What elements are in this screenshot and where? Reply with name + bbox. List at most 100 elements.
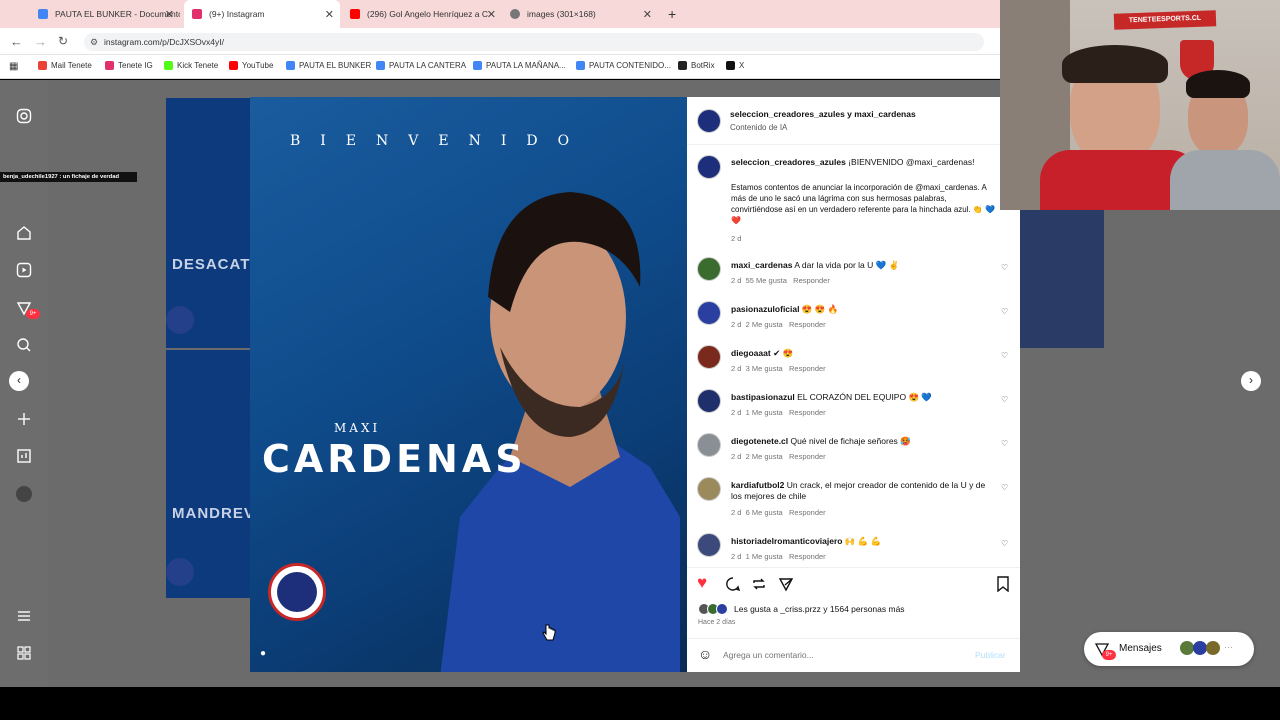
comment-username[interactable]: historiadelromanticoviajero — [731, 536, 842, 546]
comment-input[interactable] — [723, 647, 963, 663]
comment-likes[interactable]: 3 Me gusta — [746, 364, 783, 373]
post-detail-panel: seleccion_creadores_azules y maxi_carden… — [687, 97, 1020, 672]
welcome-text: BIENVENIDO — [290, 133, 590, 149]
comment-avatar[interactable] — [697, 477, 721, 501]
reply-button[interactable]: Responder — [789, 552, 826, 561]
comment-likes[interactable]: 55 Me gusta — [746, 276, 787, 285]
like-comment-icon[interactable]: ♡ — [1001, 483, 1008, 492]
close-icon[interactable]: ✕ — [165, 8, 174, 21]
previous-post-button[interactable]: ‹ — [9, 371, 29, 391]
close-icon[interactable]: ✕ — [325, 8, 334, 21]
bookmark-kick[interactable]: Kick Tenete — [164, 61, 218, 70]
bookmark-pauta-manana[interactable]: PAUTA LA MAÑANA... — [473, 61, 566, 70]
comment-avatar[interactable] — [697, 345, 721, 369]
tab-title: PAUTA EL BUNKER - Documento — [55, 9, 180, 19]
reply-button[interactable]: Responder — [789, 364, 826, 373]
tab-youtube[interactable]: (296) Gol Angelo Henríquez a C ✕ — [342, 0, 502, 28]
bookmark-x[interactable]: X — [726, 61, 744, 70]
comment-likes[interactable]: 6 Me gusta — [746, 508, 783, 517]
emoji-icon[interactable]: ☺ — [698, 646, 712, 662]
caption-author-avatar[interactable] — [697, 155, 721, 179]
comment-likes[interactable]: 1 Me gusta — [746, 552, 783, 561]
comment-avatar[interactable] — [697, 257, 721, 281]
player-last-name: CARDENAS — [262, 437, 527, 481]
reply-button[interactable]: Responder — [789, 408, 826, 417]
search-icon[interactable] — [16, 337, 32, 353]
share-icon[interactable] — [778, 576, 794, 592]
close-icon[interactable]: ✕ — [643, 8, 652, 21]
new-tab-button[interactable]: + — [660, 0, 684, 28]
next-post-button[interactable]: › — [1241, 371, 1261, 391]
messages-button[interactable]: 9+ Mensajes ··· — [1084, 632, 1254, 666]
tagged-users-icon[interactable]: ● — [260, 648, 266, 659]
like-comment-icon[interactable]: ♡ — [1001, 263, 1008, 272]
bookmark-botrix[interactable]: BotRix — [678, 61, 715, 70]
forward-icon[interactable]: → — [34, 34, 47, 49]
likes-summary[interactable]: Les gusta a _criss.przz y 1564 personas … — [734, 604, 905, 614]
comment-username[interactable]: bastipasionazul — [731, 392, 795, 402]
docs-icon — [473, 61, 482, 70]
background-post-tile[interactable]: DESACATO — [166, 98, 250, 348]
comment-username[interactable]: maxi_cardenas — [731, 260, 792, 270]
contact-avatar — [1193, 641, 1207, 655]
url-field[interactable]: ⚙ instagram.com/p/DcJXSOvx4yI/ — [84, 33, 984, 51]
comment-username[interactable]: diegotenete.cl — [731, 436, 788, 446]
reply-button[interactable]: Responder — [789, 508, 826, 517]
like-comment-icon[interactable]: ♡ — [1001, 395, 1008, 404]
reels-icon[interactable] — [16, 262, 32, 278]
comment-username[interactable]: diegoaaat — [731, 348, 771, 358]
comment-username[interactable]: kardiafutbol2 — [731, 480, 784, 490]
save-icon[interactable] — [996, 576, 1010, 592]
reply-button[interactable]: Responder — [793, 276, 830, 285]
background-post-tile[interactable]: MANDREVA — [166, 350, 250, 598]
liker-avatars[interactable] — [698, 603, 732, 615]
bookmark-pauta-bunker[interactable]: PAUTA EL BUNKER — [286, 61, 371, 70]
hand-cursor-icon — [542, 624, 556, 641]
post-image[interactable]: BIENVENIDO MAXI CARDENAS ● — [250, 97, 687, 672]
profile-avatar[interactable] — [16, 486, 32, 502]
like-comment-icon[interactable]: ♡ — [1001, 439, 1008, 448]
bookmark-mail[interactable]: Mail Tenete — [38, 61, 92, 70]
comment-avatar[interactable] — [697, 301, 721, 325]
dashboard-icon[interactable] — [16, 448, 32, 464]
bookmark-youtube[interactable]: YouTube — [229, 61, 273, 70]
background-post-tile[interactable] — [1020, 210, 1104, 348]
tab-instagram[interactable]: (9+) Instagram ✕ — [184, 0, 340, 28]
creadores-azules-badge — [268, 563, 326, 621]
close-icon[interactable]: ✕ — [487, 8, 496, 21]
bookmark-pauta-contenido[interactable]: PAUTA CONTENIDO... — [576, 61, 671, 70]
site-info-icon[interactable]: ⚙ — [90, 37, 98, 48]
post-header-users[interactable]: seleccion_creadores_azules y maxi_carden… — [730, 109, 916, 119]
comment-username[interactable]: pasionazuloficial — [731, 304, 800, 314]
like-comment-icon[interactable]: ♡ — [1001, 539, 1008, 548]
reply-button[interactable]: Responder — [789, 452, 826, 461]
comment-avatar[interactable] — [697, 533, 721, 557]
reply-button[interactable]: Responder — [789, 320, 826, 329]
comment-avatar[interactable] — [697, 433, 721, 457]
comment-likes[interactable]: 2 Me gusta — [746, 320, 783, 329]
like-comment-icon[interactable]: ♡ — [1001, 351, 1008, 360]
create-icon[interactable] — [16, 411, 32, 427]
tab-images[interactable]: images (301×168) ✕ — [502, 0, 658, 28]
bookmark-tenete-ig[interactable]: Tenete IG — [105, 61, 153, 70]
reload-icon[interactable]: ↻ — [58, 34, 68, 48]
caption-username[interactable]: seleccion_creadores_azules — [731, 157, 846, 167]
publish-button[interactable]: Publicar — [975, 650, 1006, 660]
docs-icon — [576, 61, 585, 70]
bookmark-pauta-cantera[interactable]: PAUTA LA CANTERA — [376, 61, 466, 70]
comment-likes[interactable]: 2 Me gusta — [746, 452, 783, 461]
menu-icon[interactable] — [16, 608, 32, 624]
tab-pauta-bunker[interactable]: PAUTA EL BUNKER - Documento ✕ — [30, 0, 180, 28]
like-comment-icon[interactable]: ♡ — [1001, 307, 1008, 316]
comment-likes[interactable]: 1 Me gusta — [746, 408, 783, 417]
like-icon[interactable]: ♥ — [697, 573, 707, 593]
home-icon[interactable] — [16, 225, 32, 241]
instagram-logo-icon[interactable] — [16, 108, 32, 124]
comment-avatar[interactable] — [697, 389, 721, 413]
more-apps-icon[interactable] — [16, 645, 32, 661]
comment-icon[interactable] — [725, 576, 741, 592]
back-icon[interactable]: ← — [10, 34, 23, 49]
apps-icon[interactable]: ▦ — [9, 61, 18, 72]
repost-icon[interactable] — [751, 576, 767, 592]
post-author-avatar[interactable] — [697, 109, 721, 133]
